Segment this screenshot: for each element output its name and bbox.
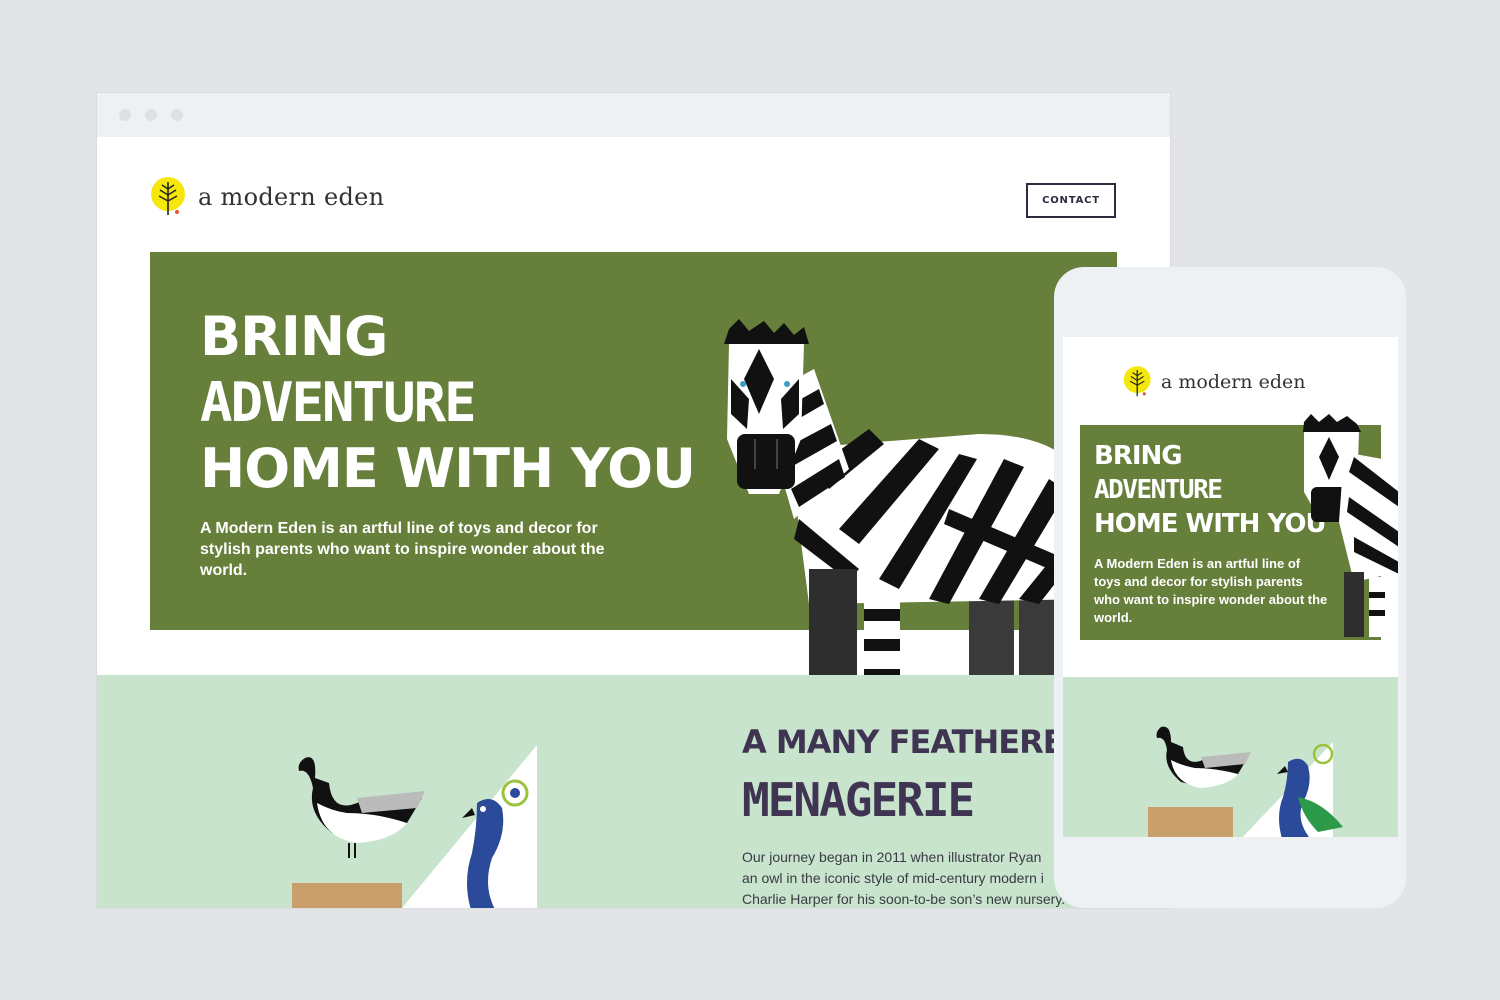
tree-icon	[1123, 366, 1151, 397]
contact-button[interactable]: CONTACT	[1026, 183, 1116, 218]
site-header: a modern eden CONTACT	[97, 137, 1170, 252]
section-body: Our journey began in 2011 when illustrat…	[742, 847, 1102, 908]
hero-title-line3: HOME WITH YOU	[200, 437, 696, 500]
hero-title-line1: BRING	[200, 305, 388, 368]
mobile-hero-title-line1: BRING	[1094, 441, 1183, 471]
mobile-hero-title-line3: HOME WITH YOU	[1094, 509, 1327, 539]
browser-toolbar	[97, 93, 1170, 137]
window-dot-minimize[interactable]	[145, 109, 157, 121]
mobile-hero-title: BRING ADVENTURE HOME WITH YOU	[1094, 439, 1327, 541]
hero-description: A Modern Eden is an artful line of toys …	[200, 520, 605, 579]
goose-peacock-illustration	[1148, 726, 1343, 837]
brand-logo[interactable]: a modern eden	[150, 177, 384, 217]
window-dot-maximize[interactable]	[171, 109, 183, 121]
section-body-line: Charlie Harper for his soon-to-be son’s …	[742, 891, 1066, 907]
hero-title: BRING ADVENTURE HOME WITH YOU	[200, 304, 696, 502]
desktop-browser-mockup: a modern eden CONTACT BRING ADVENTURE HO…	[97, 93, 1170, 908]
zebra-illustration	[1303, 414, 1398, 637]
section-title-line2: MENAGERIE	[742, 773, 975, 827]
tree-icon	[151, 177, 185, 215]
window-dot-close[interactable]	[119, 109, 131, 121]
goose-peacock-illustration	[292, 745, 537, 908]
mobile-brand-name: a modern eden	[1161, 371, 1306, 393]
mobile-menagerie-section	[1063, 677, 1398, 837]
mobile-screen: a modern eden BRING ADVENTURE HOME WITH …	[1063, 337, 1398, 837]
section-body-line: an owl in the iconic style of mid-centur…	[742, 870, 1044, 886]
mobile-hero-title-line2: ADVENTURE	[1094, 475, 1223, 505]
mobile-phone-mockup: a modern eden BRING ADVENTURE HOME WITH …	[1054, 267, 1406, 908]
mobile-hero-description: A Modern Eden is an artful line of toys …	[1094, 556, 1328, 625]
mobile-brand-logo[interactable]: a modern eden	[1123, 363, 1305, 401]
section-title-line1: A MANY FEATHERED	[742, 723, 1090, 761]
brand-name: a modern eden	[198, 183, 385, 211]
hero-title-line2: ADVENTURE	[200, 371, 477, 434]
section-body-line: Our journey began in 2011 when illustrat…	[742, 849, 1042, 865]
menagerie-section: A MANY FEATHERED MENAGERIE Our journey b…	[97, 675, 1170, 908]
